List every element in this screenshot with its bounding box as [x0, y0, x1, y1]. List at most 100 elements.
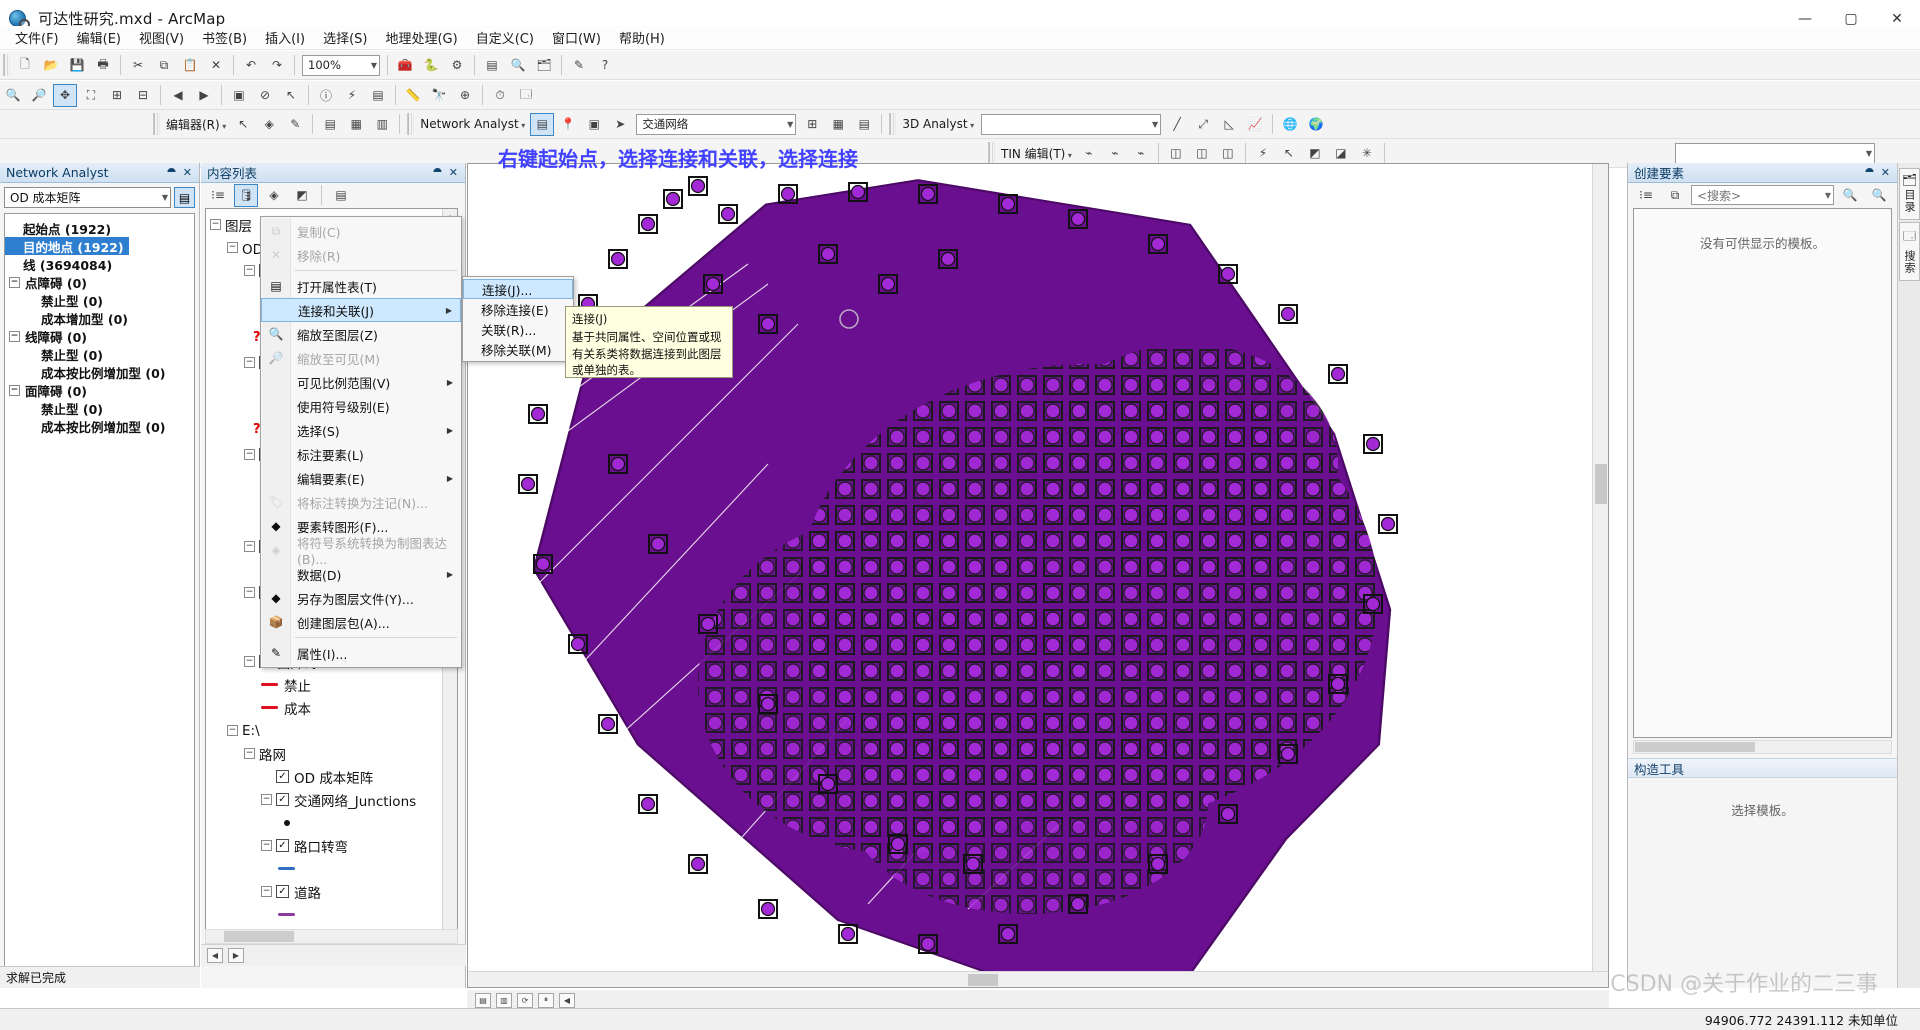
menu-item-6[interactable]: 地理处理(G) [376, 25, 466, 50]
expander-icon[interactable]: − [244, 541, 255, 552]
menu-item-1[interactable]: 编辑(E) [68, 25, 130, 50]
context-menu-item-8[interactable]: 选择(S) ▶ [261, 418, 461, 442]
expander-icon[interactable]: − [210, 219, 221, 230]
symbol-swatch[interactable] [278, 814, 295, 831]
new-template-icon[interactable]: ⧉ [1663, 184, 1687, 207]
context-menu-item-2[interactable]: ▤ 打开属性表(T) [261, 274, 461, 298]
scrollbar-thumb[interactable] [1635, 742, 1755, 752]
na-tree-item-9[interactable]: − 面障碍 (0) [5, 381, 194, 399]
expander-icon[interactable]: − [244, 265, 255, 276]
editor-toolbar-grip[interactable] [153, 113, 160, 135]
menu-item-0[interactable]: 文件(F) [6, 25, 68, 50]
expander-icon[interactable]: − [227, 725, 238, 736]
hyperlink-icon[interactable]: ⚡ [340, 84, 364, 107]
zoom-out-icon[interactable]: 🔎 [27, 84, 51, 107]
analysis-layer-combo[interactable]: OD 成本矩阵 ▼ [4, 187, 171, 208]
expander-icon[interactable]: − [261, 840, 272, 851]
close-icon[interactable]: ✕ [183, 166, 192, 180]
expander-icon[interactable]: − [9, 384, 20, 396]
expander-icon[interactable]: − [244, 656, 255, 667]
tin-triangle1-icon[interactable]: ◫ [1164, 142, 1188, 165]
submenu-item-3[interactable]: 移除关联(M) [463, 339, 573, 359]
fixed-zoom-in-icon[interactable]: ⊞ [105, 84, 129, 107]
map-horizontal-scrollbar[interactable] [468, 971, 1608, 987]
symbol-swatch[interactable] [261, 699, 278, 716]
catalog-window-icon[interactable]: ▤ [480, 54, 504, 77]
na-tree-item-0[interactable]: 起始点 (1922) [5, 219, 194, 237]
save-icon[interactable]: 💾 [65, 54, 89, 77]
na-tree-item-4[interactable]: 禁止型 (0) [5, 291, 194, 309]
menu-item-8[interactable]: 窗口(W) [543, 25, 610, 50]
toc-row[interactable] [210, 811, 457, 834]
network-select-icon[interactable]: ▣ [582, 113, 606, 136]
print-icon[interactable]: 🖶 [91, 54, 115, 77]
new-map-icon[interactable]: 🗋 [13, 54, 37, 77]
context-menu-item-6[interactable]: 可见比例范围(V) ▶ [261, 370, 461, 394]
expander-icon[interactable]: − [261, 886, 272, 897]
editor-menu[interactable]: 编辑器(R) [162, 116, 230, 133]
network-analyst-tree[interactable]: 起始点 (1922) 目的地点 (1922) 线 (3694084) − 点障碍 (0)… [4, 213, 195, 968]
toc-row[interactable]: 禁止 [210, 673, 457, 696]
find-icon[interactable]: 🔭 [427, 84, 451, 107]
profile-graph-icon[interactable]: 📈 [1243, 113, 1267, 136]
expander-icon[interactable]: − [9, 276, 20, 288]
tin-edge-icon[interactable]: ◪ [1329, 142, 1353, 165]
submenu-item-0[interactable]: 连接(J)... [463, 279, 573, 299]
close-icon[interactable]: ✕ [1881, 166, 1890, 180]
toc-row[interactable]: 成本 [210, 696, 457, 719]
redo-icon[interactable]: ↷ [265, 54, 289, 77]
steepest-path-icon[interactable]: ⤢ [1191, 113, 1215, 136]
na-tree-item-2[interactable]: 线 (3694084) [5, 255, 194, 273]
na-tree-item-6[interactable]: − 线障碍 (0) [5, 327, 194, 345]
delete-icon[interactable]: ✕ [204, 54, 228, 77]
tin-delete-icon[interactable]: ✳ [1355, 142, 1379, 165]
toc-row[interactable] [210, 903, 457, 926]
solve-icon[interactable]: ▦ [826, 113, 850, 136]
na-tree-item-10[interactable]: 禁止型 (0) [5, 399, 194, 417]
toc-row[interactable]: − ✓ 交通网络_Junctions [210, 788, 457, 811]
context-menu-item-4[interactable]: 🔍 缩放至图层(Z) [261, 322, 461, 346]
pause-drawing-icon[interactable]: ⏸ [538, 992, 554, 1008]
expander-icon[interactable]: − [244, 748, 255, 759]
template-list[interactable]: 没有可供显示的模板。 [1633, 208, 1892, 738]
go-to-xy-icon[interactable]: ⊕ [453, 84, 477, 107]
na-tree-item-3[interactable]: − 点障碍 (0) [5, 273, 194, 291]
symbol-swatch[interactable] [278, 860, 295, 877]
refresh-view-icon[interactable]: ⟳ [517, 992, 533, 1008]
cut-icon[interactable]: ✂ [126, 54, 150, 77]
pan-icon[interactable]: ✥ [53, 83, 77, 107]
na-tree-item-1[interactable]: 目的地点 (1922) [5, 237, 129, 255]
network-dataset-combo[interactable]: 交通网络 ▼ [636, 113, 797, 135]
layer-context-menu[interactable]: ⧉ 复制(C) ✕ 移除(R) ▤ 打开属性表(T) 连接和关联(J) ▶ 🔍 缩放至图层(Z) 🔎… [260, 216, 462, 668]
network-toolbar-grip[interactable] [407, 113, 415, 135]
tin-node-icon[interactable]: ◩ [1303, 142, 1327, 165]
scrollbar-thumb[interactable] [224, 931, 294, 942]
analyst3d-toolbar-grip[interactable] [889, 113, 897, 135]
pin-icon[interactable]: ⯊ [1865, 166, 1874, 180]
submenu-item-2[interactable]: 关联(R)... [463, 319, 573, 339]
scrollbar-thumb[interactable] [1595, 464, 1607, 504]
zoom-in-icon[interactable]: 🔍 [1, 84, 25, 107]
html-popup-icon[interactable]: ▤ [366, 84, 390, 107]
map-scale-combo[interactable]: 100% ▼ [302, 54, 380, 76]
context-menu-item-15[interactable]: ◆ 另存为图层文件(Y)... [261, 586, 461, 610]
expander-icon[interactable]: − [244, 587, 255, 598]
menu-item-4[interactable]: 插入(I) [256, 25, 314, 50]
arctoolbox-icon[interactable]: 🗂 [532, 54, 556, 77]
attributes-icon[interactable]: ▤ [318, 113, 342, 136]
time-slider-icon[interactable]: ⏱ [488, 84, 512, 107]
pin-icon[interactable]: ⯊ [167, 166, 176, 180]
context-menu-item-16[interactable]: 📦 创建图层包(A)... [261, 610, 461, 634]
symbol-swatch[interactable] [278, 906, 295, 923]
expander-icon[interactable]: − [261, 794, 272, 805]
select-elements-icon[interactable]: ↖ [279, 84, 303, 107]
toc-options-icon[interactable]: ▤ [329, 184, 353, 207]
network-analyst-window-icon[interactable]: ▤ [530, 112, 555, 136]
toolbar-grip[interactable] [3, 54, 10, 76]
directions-window-icon[interactable]: ▤ [852, 113, 876, 136]
close-icon[interactable]: ✕ [449, 166, 458, 180]
toc-prev-icon[interactable]: ◀ [207, 948, 223, 963]
menu-item-7[interactable]: 自定义(C) [467, 25, 543, 50]
copy-icon[interactable]: ⧉ [152, 54, 176, 77]
toc-row[interactable]: − E:\ [210, 719, 457, 742]
